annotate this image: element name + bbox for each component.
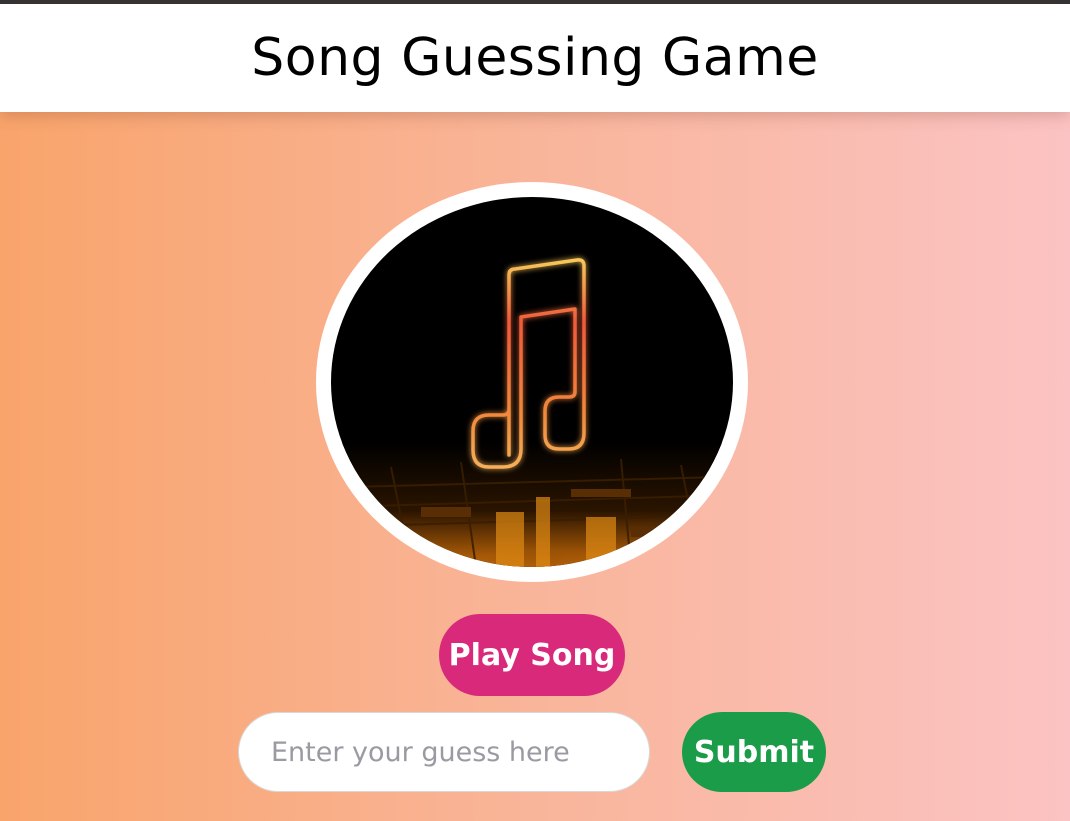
guess-input[interactable]	[238, 712, 650, 792]
album-art	[331, 197, 733, 567]
submit-button[interactable]: Submit	[682, 712, 826, 792]
page-header: Song Guessing Game	[0, 4, 1070, 112]
page-title: Song Guessing Game	[251, 28, 819, 88]
album-art-frame	[316, 182, 748, 582]
play-song-button[interactable]: Play Song	[439, 614, 625, 696]
game-page: Song Guessing Game Play Song Enter your …	[0, 0, 1070, 821]
music-note-icon	[331, 258, 733, 567]
